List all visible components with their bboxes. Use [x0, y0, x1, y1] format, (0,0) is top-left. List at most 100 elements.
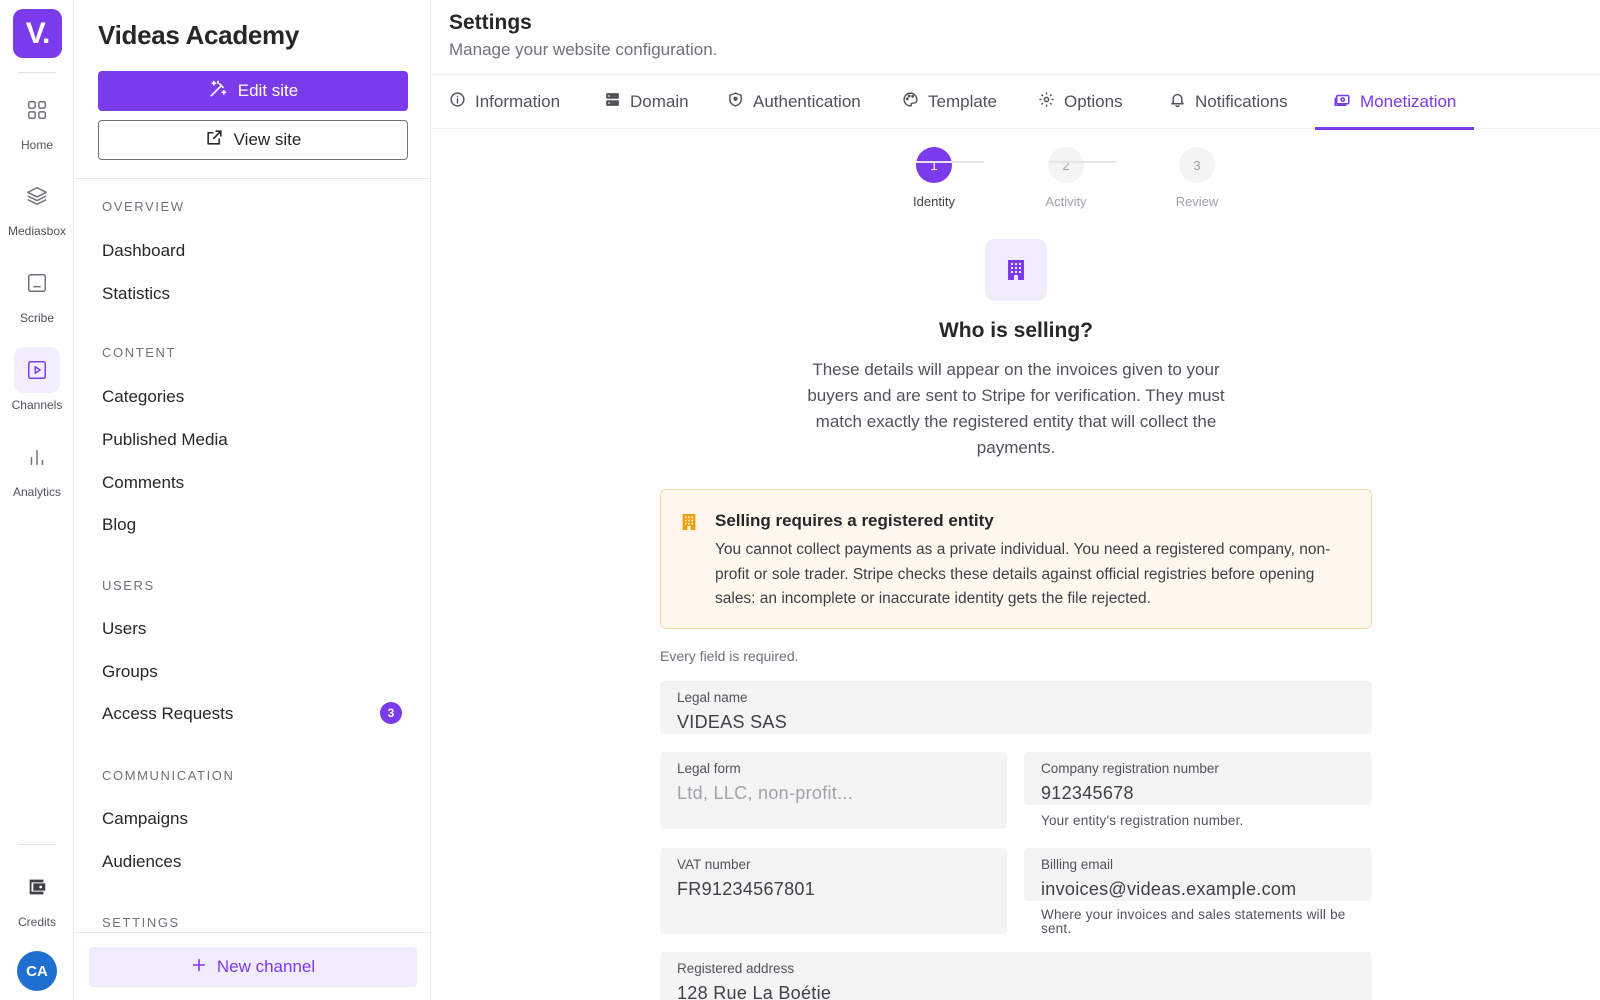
section-description: These details will appear on the invoice…	[807, 360, 1225, 457]
page-title: Settings	[449, 11, 532, 34]
server-icon	[604, 91, 621, 113]
field-label: Billing email	[1041, 857, 1114, 872]
tab-domain[interactable]: Domain	[604, 75, 689, 129]
section-title-overview: OVERVIEW	[102, 199, 185, 214]
rail-item-mediasbox[interactable]: Mediasbox	[0, 173, 74, 238]
app-logo[interactable]: V.	[13, 9, 62, 58]
money-icon	[1333, 91, 1351, 114]
external-link-icon	[205, 128, 224, 152]
rail-label: Channels	[11, 398, 63, 412]
legal-form-field[interactable]: Legal form	[660, 752, 1007, 829]
step-number: 3	[1179, 147, 1215, 183]
alert-text: You cannot collect payments as a private…	[715, 541, 1331, 607]
warning-alert: Selling requires a registered entity You…	[660, 489, 1372, 629]
sidebar-item-groups[interactable]: Groups	[102, 662, 402, 682]
registration-number-field[interactable]: Company registration number	[1024, 752, 1372, 805]
shield-icon	[727, 91, 744, 113]
legal-name-field[interactable]: Legal name	[660, 681, 1372, 734]
sidebar-item-categories[interactable]: Categories	[102, 387, 402, 407]
registered-address-input[interactable]	[677, 983, 1355, 1000]
rail-item-home[interactable]: Home	[0, 87, 74, 152]
step-identity[interactable]: 1 Identity	[884, 147, 984, 209]
plus-icon	[191, 957, 207, 978]
step-label: Activity	[1045, 194, 1087, 209]
registration-number-input[interactable]	[1041, 783, 1355, 804]
registered-address-field[interactable]: Registered address	[660, 952, 1372, 1000]
page-subtitle: Manage your website configuration.	[449, 40, 718, 59]
tab-label: Options	[1064, 92, 1123, 111]
sidebar-item-access-requests[interactable]: Access Requests 3	[102, 702, 402, 724]
tab-monetization[interactable]: Monetization	[1314, 75, 1475, 130]
tab-information[interactable]: Information	[449, 75, 560, 129]
bell-icon	[1169, 91, 1186, 113]
avatar[interactable]: CA	[17, 951, 57, 991]
gear-icon	[1038, 91, 1055, 113]
field-label: Legal form	[677, 761, 741, 776]
tab-authentication[interactable]: Authentication	[727, 75, 861, 129]
info-icon	[449, 91, 466, 113]
sidebar-divider	[75, 932, 431, 933]
step-number: 1	[916, 147, 952, 183]
step-number: 2	[1048, 147, 1084, 183]
settings-tabs: Information Domain Authentication Templa…	[432, 74, 1600, 130]
tab-options[interactable]: Options	[1038, 75, 1123, 129]
field-label: Company registration number	[1041, 761, 1219, 776]
rail-item-channels[interactable]: Channels	[0, 347, 74, 412]
layers-icon	[14, 173, 60, 219]
tab-notifications[interactable]: Notifications	[1169, 75, 1288, 129]
edit-site-button[interactable]: Edit site	[98, 71, 408, 111]
legal-name-input[interactable]	[677, 712, 1355, 733]
section-title: Who is selling?	[938, 319, 1093, 342]
section-title-communication: COMMUNICATION	[102, 768, 235, 783]
section-title-users: USERS	[102, 578, 155, 593]
vat-number-input[interactable]	[677, 879, 990, 900]
app-rail: V. Home Mediasbox Scribe Channels Analyt…	[0, 0, 74, 1000]
sidebar-item-blog[interactable]: Blog	[102, 515, 402, 535]
section-title-content: CONTENT	[102, 345, 177, 360]
step-label: Identity	[913, 194, 955, 209]
sidebar-item-dashboard[interactable]: Dashboard	[102, 241, 402, 261]
sidebar-item-users[interactable]: Users	[102, 619, 402, 639]
step-label: Review	[1175, 194, 1219, 209]
new-channel-label: New channel	[216, 957, 316, 976]
rail-label: Home	[20, 138, 53, 152]
site-title: Videas Academy	[98, 20, 300, 50]
sidebar-item-campaigns[interactable]: Campaigns	[102, 809, 402, 829]
scribe-icon	[14, 260, 60, 306]
site-sidebar: Videas Academy Edit site View site OVERV…	[75, 0, 431, 1000]
rail-item-analytics[interactable]: Analytics	[0, 434, 74, 499]
rail-label: Scribe	[19, 311, 54, 325]
rail-label: Analytics	[12, 485, 62, 499]
sidebar-item-comments[interactable]: Comments	[102, 473, 402, 493]
field-label: VAT number	[677, 857, 751, 872]
rail-item-credits[interactable]: Credits	[0, 864, 74, 929]
building-icon	[681, 513, 697, 536]
sidebar-item-audiences[interactable]: Audiences	[102, 852, 402, 872]
sidebar-item-published-media[interactable]: Published Media	[102, 430, 402, 450]
legal-form-input[interactable]	[677, 783, 990, 804]
new-channel-button[interactable]: New channel	[89, 947, 417, 987]
edit-site-label: Edit site	[237, 81, 299, 100]
view-site-button[interactable]: View site	[98, 120, 408, 160]
magic-wand-icon	[208, 79, 228, 104]
sidebar-item-statistics[interactable]: Statistics	[102, 284, 402, 304]
rail-item-scribe[interactable]: Scribe	[0, 260, 74, 325]
tab-label: Monetization	[1360, 92, 1457, 111]
step-activity[interactable]: 2 Activity	[1016, 147, 1116, 209]
rail-label: Mediasbox	[7, 224, 67, 238]
billing-email-field[interactable]: Billing email	[1024, 848, 1372, 901]
step-connector	[1049, 161, 1116, 163]
palette-icon	[902, 91, 919, 113]
rail-divider	[18, 72, 56, 73]
sidebar-nav: OVERVIEW Dashboard Statistics CONTENT Ca…	[75, 179, 431, 932]
tab-label: Domain	[630, 92, 689, 111]
tab-template[interactable]: Template	[902, 75, 997, 129]
tab-label: Notifications	[1195, 92, 1288, 111]
field-label: Legal name	[677, 690, 748, 705]
step-review[interactable]: 3 Review	[1147, 147, 1247, 209]
alert-title: Selling requires a registered entity	[715, 511, 994, 530]
vat-number-field[interactable]: VAT number	[660, 848, 1007, 934]
step-connector	[916, 161, 984, 163]
billing-email-input[interactable]	[1041, 879, 1355, 900]
settings-main: Settings Manage your website configurati…	[432, 0, 1600, 1000]
